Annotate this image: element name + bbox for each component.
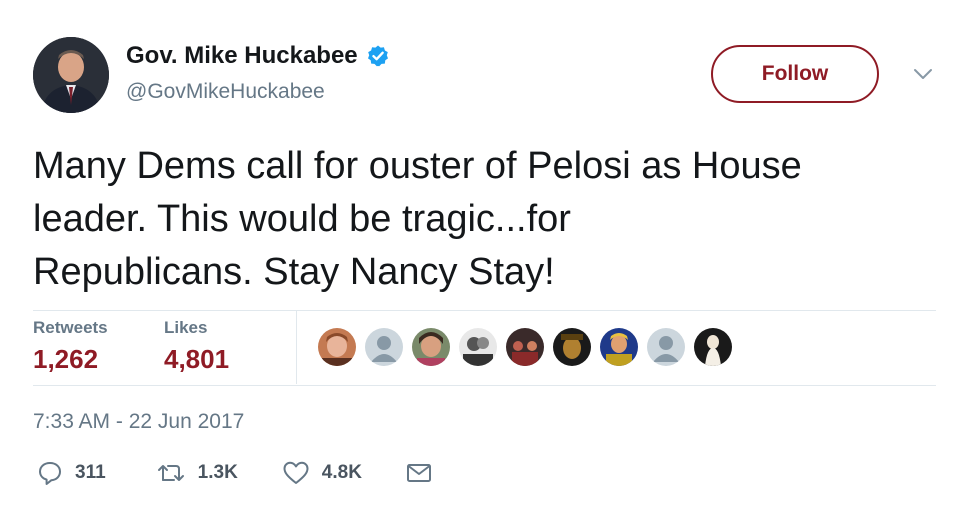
liker-avatar[interactable] [600, 328, 638, 366]
likes-count: 4,801 [164, 344, 230, 374]
reply-icon [37, 460, 63, 486]
liker-avatar[interactable] [412, 328, 450, 366]
retweet-icon [156, 461, 186, 485]
liker-avatar[interactable] [506, 328, 544, 366]
liker-avatar-default[interactable] [365, 328, 403, 366]
liker-avatar[interactable] [553, 328, 591, 366]
author-name[interactable]: Gov. Mike Huckabee [126, 42, 358, 70]
retweet-count: 1.3K [197, 462, 238, 483]
envelope-icon [406, 462, 432, 484]
author-name-row[interactable]: Gov. Mike Huckabee [126, 42, 390, 70]
retweets-stat[interactable]: Retweets 1,262 [33, 318, 108, 375]
tweet-timestamp[interactable]: 7:33 AM - 22 Jun 2017 [33, 410, 244, 434]
likers-avatar-list [318, 328, 732, 366]
stats-bottom-divider [33, 385, 936, 386]
tweet-actions: 311 1.3K 4.8K [37, 460, 432, 486]
verified-badge-icon [366, 44, 390, 68]
retweets-count: 1,262 [33, 344, 99, 374]
like-button[interactable]: 4.8K [282, 460, 362, 486]
likes-stat[interactable]: Likes 4,801 [164, 318, 229, 375]
stats-top-divider [33, 310, 936, 311]
liker-avatar-default[interactable] [647, 328, 685, 366]
author-handle[interactable]: @GovMikeHuckabee [126, 80, 325, 104]
likes-label: Likes [164, 318, 208, 337]
retweet-button[interactable]: 1.3K [156, 461, 238, 485]
direct-message-button[interactable] [406, 462, 432, 484]
retweets-label: Retweets [33, 318, 108, 337]
like-count: 4.8K [321, 462, 362, 483]
reply-button[interactable]: 311 [37, 460, 106, 486]
chevron-down-icon[interactable] [910, 64, 936, 84]
liker-avatar[interactable] [459, 328, 497, 366]
heart-icon [282, 460, 310, 486]
follow-button[interactable]: Follow [711, 45, 879, 103]
liker-avatar[interactable] [318, 328, 356, 366]
stats-vertical-divider [296, 311, 297, 384]
liker-avatar[interactable] [694, 328, 732, 366]
reply-count: 311 [75, 462, 106, 483]
tweet-text: Many Dems call for ouster of Pelosi as H… [33, 145, 802, 293]
author-avatar[interactable] [33, 37, 109, 113]
